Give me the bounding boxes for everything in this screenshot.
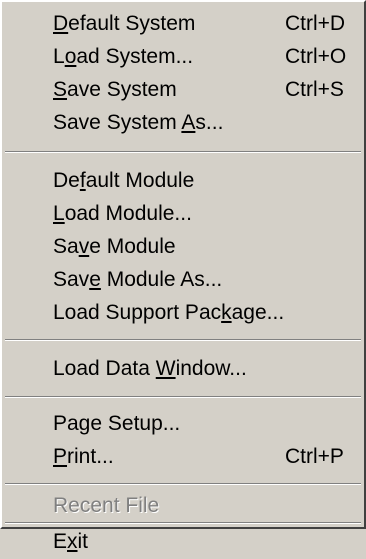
menu-item-label: Default System xyxy=(53,12,196,35)
menu-item-shortcut: Ctrl+S xyxy=(285,78,344,101)
menu-item-label: Print... xyxy=(53,445,114,468)
menu-item-save-module-as[interactable]: Save Module As... xyxy=(2,263,364,297)
menu-item-label: Load Module... xyxy=(53,202,192,225)
menu-item-page-setup[interactable]: Page Setup... xyxy=(2,407,364,441)
menu-item-label: Default Module xyxy=(53,169,195,192)
menu-item-label: Recent File xyxy=(53,494,160,517)
menu-item-label: Save System xyxy=(53,78,177,101)
menu-separator xyxy=(5,483,361,485)
menu-item-label: Save System As... xyxy=(53,111,224,134)
menu-separator xyxy=(5,522,361,524)
menu-item-save-module[interactable]: Save Module xyxy=(2,230,364,264)
menu-item-load-system[interactable]: Load System... Ctrl+O xyxy=(2,40,364,74)
menu-item-label: Save Module xyxy=(53,235,176,258)
menu-item-print[interactable]: Print... Ctrl+P xyxy=(2,440,364,474)
menu-item-save-system[interactable]: Save System Ctrl+S xyxy=(2,73,364,107)
menu-item-label: Exit xyxy=(53,530,89,553)
menu-item-load-support-package[interactable]: Load Support Package... xyxy=(2,296,364,330)
menu-separator xyxy=(5,151,361,153)
menu-item-recent-file: Recent File xyxy=(2,489,364,523)
menu-item-default-system[interactable]: Default System Ctrl+D xyxy=(2,7,364,41)
menu-item-shortcut: Ctrl+O xyxy=(285,45,347,68)
menu-item-shortcut: Ctrl+D xyxy=(285,12,346,35)
menu-item-exit[interactable]: Exit xyxy=(2,525,364,559)
menu-item-default-module[interactable]: Default Module xyxy=(2,164,364,198)
menu-item-label: Save Module As... xyxy=(53,268,223,291)
menu-separator xyxy=(5,339,361,341)
menu-item-label: Page Setup... xyxy=(53,412,181,435)
menu-item-shortcut: Ctrl+P xyxy=(285,445,344,468)
menu-item-label: Load System... xyxy=(53,45,194,68)
menu-item-label: Load Data Window... xyxy=(53,357,247,380)
menu-item-save-system-as[interactable]: Save System As... xyxy=(2,106,364,140)
menu-item-load-data-window[interactable]: Load Data Window... xyxy=(2,352,364,386)
file-menu: Default System Ctrl+D Load System... Ctr… xyxy=(0,0,366,553)
menu-item-label: Load Support Package... xyxy=(53,301,285,324)
menu-item-load-module[interactable]: Load Module... xyxy=(2,197,364,231)
menu-separator xyxy=(5,396,361,398)
